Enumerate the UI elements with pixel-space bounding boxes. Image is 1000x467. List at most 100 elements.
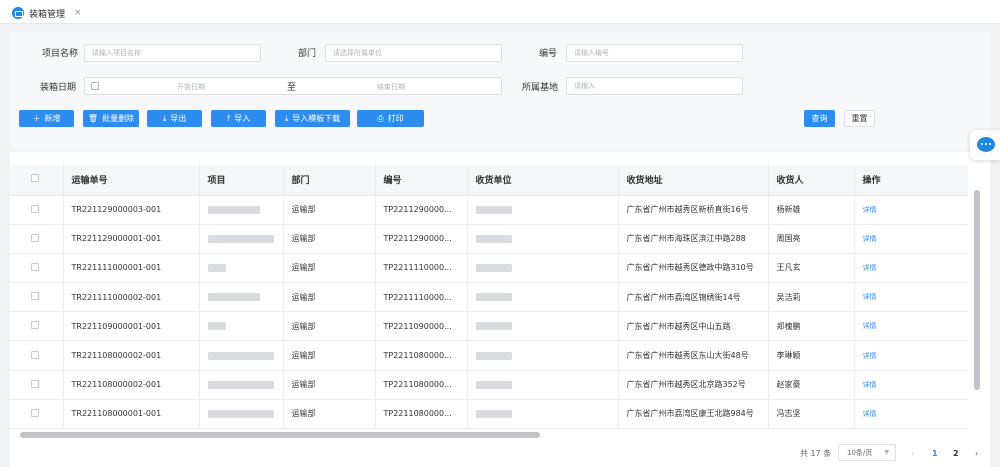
detail-link[interactable]: 详情: [863, 206, 877, 214]
row-checkbox[interactable]: [31, 233, 39, 242]
query-button[interactable]: 查询: [804, 110, 835, 127]
detail-link[interactable]: 详情: [863, 322, 877, 330]
blurred-unit: [475, 322, 512, 331]
vertical-scrollbar[interactable]: [974, 190, 980, 390]
project-input[interactable]: 请输入项目名称: [84, 44, 261, 62]
row-select-cell[interactable]: [10, 195, 64, 225]
tab-bar: 装箱管理 ×: [0, 0, 1000, 24]
row-select-cell[interactable]: [10, 311, 64, 342]
export-label: 导出: [170, 114, 187, 123]
tab-app-icon: [12, 7, 24, 19]
next-page-button[interactable]: ›: [975, 446, 978, 460]
blurred-project: [207, 205, 260, 214]
reset-button[interactable]: 重置: [844, 110, 875, 127]
receiver-cell: 冯志坚: [768, 399, 855, 430]
print-icon: ⎙: [377, 113, 384, 123]
detail-link[interactable]: 详情: [863, 235, 877, 243]
page-size-select[interactable]: 10条/页 ▼: [838, 444, 896, 461]
base-label: 所属基地: [522, 83, 559, 93]
select-all-cell[interactable]: [10, 165, 64, 196]
table-row: TR221109000001-001 运输部 TP2211090000... 广…: [10, 311, 968, 342]
date-range-picker[interactable]: 开始日期 至 结束日期: [84, 77, 502, 95]
consignee-unit-cell: [467, 311, 619, 342]
order-cell: TR221129000001-001: [63, 224, 200, 254]
query-label: 查询: [811, 114, 828, 123]
row-checkbox[interactable]: [31, 204, 39, 213]
add-button[interactable]: ＋ 新增: [19, 110, 74, 127]
add-button-label: 新增: [44, 114, 61, 123]
address-cell: 广东省广州市越秀区东山大街48号: [618, 340, 769, 371]
detail-link[interactable]: 详情: [863, 264, 877, 272]
row-select-cell[interactable]: [10, 282, 64, 313]
base-input[interactable]: 请输入: [566, 77, 743, 95]
receiver-cell: 吴洁莉: [768, 282, 855, 313]
blurred-unit: [475, 409, 512, 418]
prev-page-button[interactable]: ‹: [911, 446, 914, 460]
row-select-cell[interactable]: [10, 224, 64, 254]
col-header-dept: 部门: [283, 165, 376, 196]
col-header-code: 编号: [375, 165, 468, 196]
detail-link[interactable]: 详情: [863, 352, 877, 360]
order-cell: TR221108000002-001: [63, 340, 200, 371]
date-separator: 至: [287, 83, 297, 93]
download-icon: ⤓: [284, 113, 289, 123]
row-checkbox[interactable]: [31, 292, 39, 301]
blurred-project: [207, 351, 274, 360]
print-button[interactable]: ⎙ 打印: [357, 110, 424, 127]
row-checkbox[interactable]: [31, 350, 39, 359]
select-all-checkbox[interactable]: [31, 174, 39, 183]
batch-delete-button[interactable]: 🗑 批量删除: [83, 110, 139, 127]
print-label: 打印: [387, 114, 404, 123]
address-cell: 广东省广州市越秀区北京路352号: [618, 370, 769, 400]
row-checkbox[interactable]: [31, 321, 39, 330]
address-cell: 广东省广州市越秀区新桥直街16号: [618, 195, 769, 225]
detail-link[interactable]: 详情: [863, 293, 877, 301]
consignee-unit-cell: [467, 370, 619, 400]
row-select-cell[interactable]: [10, 370, 64, 400]
code-input[interactable]: 请输入编号: [566, 44, 743, 62]
chevron-down-icon: ▼: [884, 449, 889, 456]
project-cell: [199, 253, 284, 284]
receiver-cell: 郑槐鹏: [768, 311, 855, 342]
consignee-unit-cell: [467, 340, 619, 371]
row-checkbox[interactable]: [31, 262, 39, 271]
tab-packing-management[interactable]: 装箱管理 ×: [6, 3, 88, 23]
address-cell: 广东省广州市海珠区滨江中路288: [618, 224, 769, 254]
row-select-cell[interactable]: [10, 253, 64, 284]
row-select-cell[interactable]: [10, 399, 64, 430]
import-button[interactable]: ⤒ 导入: [211, 110, 266, 127]
close-icon[interactable]: ×: [74, 8, 82, 18]
blurred-unit: [475, 351, 512, 360]
chat-widget-button[interactable]: [970, 130, 1000, 160]
dept-cell: 运输部: [283, 340, 376, 371]
page-2-button[interactable]: 2: [953, 446, 959, 460]
code-label: 编号: [539, 49, 558, 59]
table-row: TR221108000001-001 运输部 TP2211080000... 广…: [10, 399, 968, 430]
horizontal-scrollbar[interactable]: [20, 432, 540, 438]
reset-label: 重置: [851, 114, 868, 123]
import-template-label: 导入模板下载: [292, 114, 341, 123]
detail-link[interactable]: 详情: [863, 410, 877, 418]
export-button[interactable]: ⤓ 导出: [147, 110, 202, 127]
tab-title: 装箱管理: [29, 9, 66, 20]
dept-cell: 运输部: [283, 370, 376, 400]
date-start[interactable]: 开始日期: [177, 82, 205, 92]
dept-select[interactable]: 请选择所属单位: [325, 44, 502, 62]
code-cell: TP2211080000...: [375, 399, 468, 430]
receiver-cell: 周国亮: [768, 224, 855, 254]
consignee-unit-cell: [467, 195, 619, 225]
batch-delete-label: 批量删除: [102, 114, 135, 123]
order-cell: TR221111000002-001: [63, 282, 200, 313]
calendar-icon: [91, 82, 99, 90]
import-template-button[interactable]: ⤓ 导入模板下载: [275, 110, 350, 127]
row-select-cell[interactable]: [10, 340, 64, 371]
row-checkbox[interactable]: [31, 379, 39, 388]
detail-link[interactable]: 详情: [863, 381, 877, 389]
row-checkbox[interactable]: [31, 408, 39, 417]
date-end[interactable]: 结束日期: [377, 82, 405, 92]
page-1-button[interactable]: 1: [932, 446, 938, 460]
code-cell: TP2211110000...: [375, 253, 468, 284]
chat-bubble-icon: [977, 137, 995, 152]
blurred-unit: [475, 263, 512, 272]
code-cell: TP2211080000...: [375, 370, 468, 400]
